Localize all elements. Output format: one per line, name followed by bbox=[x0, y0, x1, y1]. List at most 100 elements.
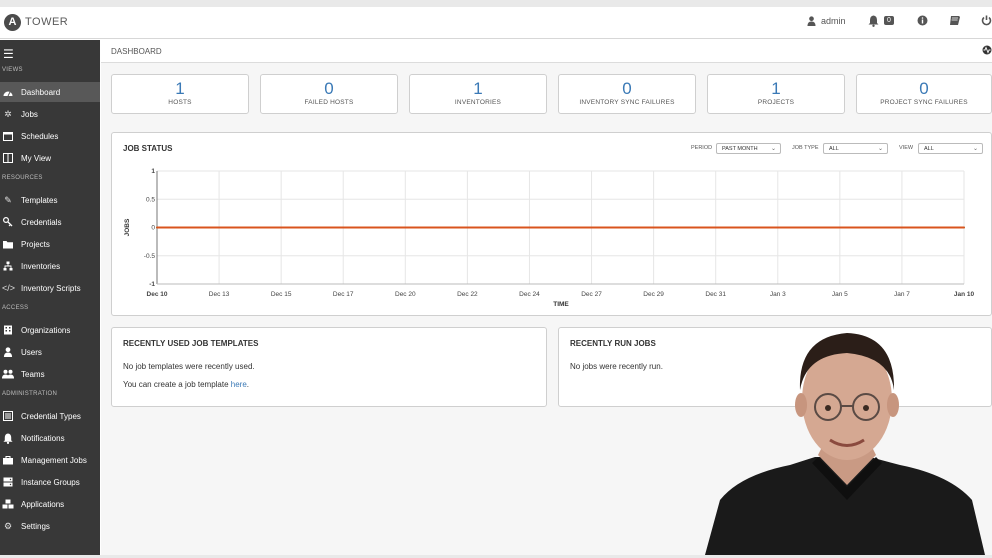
brand-name[interactable]: TOWER bbox=[25, 16, 68, 28]
notification-count-badge[interactable]: 0 bbox=[884, 16, 894, 25]
sidebar-item-label: Organizations bbox=[21, 325, 71, 335]
y-tick-label: -1 bbox=[149, 281, 155, 288]
folder-icon bbox=[3, 240, 13, 248]
x-tick-label: Jan 7 bbox=[894, 291, 910, 298]
data-point bbox=[963, 226, 965, 229]
data-point bbox=[466, 226, 469, 229]
sidebar-item-users[interactable]: Users bbox=[0, 342, 100, 362]
create-template-suffix: . bbox=[246, 380, 250, 389]
sidebar-item-teams[interactable]: Teams bbox=[0, 364, 100, 384]
data-point bbox=[404, 226, 407, 229]
stat-label: INVENTORY SYNC FAILURES bbox=[579, 99, 675, 106]
sidebar-item-dashboard[interactable]: Dashboard bbox=[0, 82, 100, 102]
breadcrumb[interactable]: DASHBOARD bbox=[111, 47, 162, 56]
x-tick-label: Dec 22 bbox=[457, 291, 478, 298]
stat-card-projects[interactable]: 1 PROJECTS bbox=[707, 74, 845, 114]
section-resources-label: RESOURCES bbox=[2, 175, 43, 181]
sidebar-item-settings[interactable]: ⚙ Settings bbox=[0, 516, 100, 536]
bell-icon[interactable] bbox=[868, 15, 879, 27]
sidebar-item-applications[interactable]: Applications bbox=[0, 494, 100, 514]
stat-value: 0 bbox=[324, 79, 334, 98]
create-template-prefix: You can create a job template bbox=[123, 380, 231, 389]
data-point bbox=[528, 226, 531, 229]
sidebar-item-management-jobs[interactable]: Management Jobs bbox=[0, 450, 100, 470]
sidebar-item-inventories[interactable]: Inventories bbox=[0, 256, 100, 276]
stat-label: PROJECT SYNC FAILURES bbox=[880, 99, 968, 106]
columns-icon bbox=[3, 153, 13, 163]
sidebar-item-label: Settings bbox=[21, 521, 50, 531]
sidebar-item-schedules[interactable]: Schedules bbox=[0, 126, 100, 146]
create-template-text: You can create a job template here. bbox=[123, 380, 249, 389]
stat-label: INVENTORIES bbox=[454, 99, 502, 106]
stat-value: 0 bbox=[919, 79, 929, 98]
stat-value: 0 bbox=[622, 79, 632, 98]
activity-stream-icon[interactable] bbox=[982, 45, 992, 55]
create-template-link[interactable]: here bbox=[231, 380, 247, 389]
sidebar-item-organizations[interactable]: Organizations bbox=[0, 320, 100, 340]
stat-card-inventories[interactable]: 1 INVENTORIES bbox=[409, 74, 547, 114]
sidebar-item-inventory-scripts[interactable]: </> Inventory Scripts bbox=[0, 278, 100, 298]
data-point bbox=[590, 226, 593, 229]
recent-templates-empty-text: No job templates were recently used. bbox=[123, 362, 255, 371]
breadcrumb-bar: DASHBOARD bbox=[101, 40, 992, 63]
stat-label: FAILED HOSTS bbox=[304, 99, 354, 106]
y-tick-label: -0.5 bbox=[144, 253, 156, 260]
app-window: A TOWER admin 0 ☰ VIEWS Dashboard ✲ Jobs… bbox=[0, 7, 992, 555]
sidebar-item-label: Inventories bbox=[21, 261, 61, 271]
bell-icon bbox=[3, 432, 13, 444]
sidebar: ☰ VIEWS Dashboard ✲ Jobs Schedules My Vi… bbox=[0, 40, 100, 555]
sidebar-item-label: Schedules bbox=[21, 131, 59, 141]
sitemap-icon bbox=[3, 261, 13, 271]
server-icon bbox=[3, 477, 13, 487]
x-tick-label: Dec 10 bbox=[147, 291, 168, 298]
data-point bbox=[218, 226, 221, 229]
x-tick-label: Jan 3 bbox=[770, 291, 786, 298]
sidebar-item-templates[interactable]: ✎ Templates bbox=[0, 190, 100, 210]
data-point bbox=[652, 226, 655, 229]
recent-jobs-title: RECENTLY RUN JOBS bbox=[570, 339, 656, 348]
x-tick-label: Dec 29 bbox=[643, 291, 664, 298]
sidebar-item-label: Credential Types bbox=[21, 411, 81, 421]
recent-templates-panel: RECENTLY USED JOB TEMPLATES No job templ… bbox=[111, 327, 547, 407]
stat-card-project-sync-failures[interactable]: 0 PROJECT SYNC FAILURES bbox=[856, 74, 992, 114]
sidebar-item-credential-types[interactable]: Credential Types bbox=[0, 406, 100, 426]
x-tick-label: Dec 20 bbox=[395, 291, 416, 298]
x-tick-label: Jan 5 bbox=[832, 291, 848, 298]
stat-card-hosts[interactable]: 1 HOSTS bbox=[111, 74, 249, 114]
sidebar-item-label: Jobs bbox=[21, 109, 38, 119]
info-icon[interactable] bbox=[917, 15, 928, 26]
stat-label: HOSTS bbox=[168, 99, 192, 106]
power-icon[interactable] bbox=[981, 15, 992, 26]
data-point bbox=[776, 226, 779, 229]
sidebar-item-label: My View bbox=[21, 153, 52, 163]
stat-card-failed-hosts[interactable]: 0 FAILED HOSTS bbox=[260, 74, 398, 114]
y-axis-label: JOBS bbox=[124, 218, 131, 236]
book-icon[interactable] bbox=[949, 15, 961, 26]
cubes-icon bbox=[2, 499, 14, 509]
sidebar-item-label: Credentials bbox=[21, 217, 62, 227]
current-user[interactable]: admin bbox=[807, 16, 846, 26]
sidebar-item-credentials[interactable]: Credentials bbox=[0, 212, 100, 232]
sidebar-item-my-view[interactable]: My View bbox=[0, 148, 100, 168]
stat-label: PROJECTS bbox=[757, 99, 795, 106]
sidebar-item-instance-groups[interactable]: Instance Groups bbox=[0, 472, 100, 492]
recent-jobs-empty-text: No jobs were recently run. bbox=[570, 362, 663, 371]
ansible-logo[interactable]: A bbox=[4, 14, 21, 31]
data-point bbox=[714, 226, 717, 229]
data-point bbox=[342, 226, 345, 229]
user-icon bbox=[3, 347, 13, 357]
user-icon bbox=[807, 16, 816, 26]
x-tick-label: Dec 31 bbox=[705, 291, 726, 298]
x-tick-label: Dec 17 bbox=[333, 291, 354, 298]
sidebar-item-label: Instance Groups bbox=[21, 477, 80, 487]
sidebar-item-label: Management Jobs bbox=[21, 455, 87, 465]
menu-toggle-icon[interactable]: ☰ bbox=[3, 47, 14, 61]
stat-card-inventory-sync-failures[interactable]: 0 INVENTORY SYNC FAILURES bbox=[558, 74, 696, 114]
data-point bbox=[280, 226, 283, 229]
sidebar-item-projects[interactable]: Projects bbox=[0, 234, 100, 254]
username: admin bbox=[821, 16, 846, 26]
sidebar-item-label: Projects bbox=[21, 239, 50, 249]
code-icon: </> bbox=[2, 283, 16, 293]
sidebar-item-jobs[interactable]: ✲ Jobs bbox=[0, 104, 100, 124]
sidebar-item-notifications[interactable]: Notifications bbox=[0, 428, 100, 448]
